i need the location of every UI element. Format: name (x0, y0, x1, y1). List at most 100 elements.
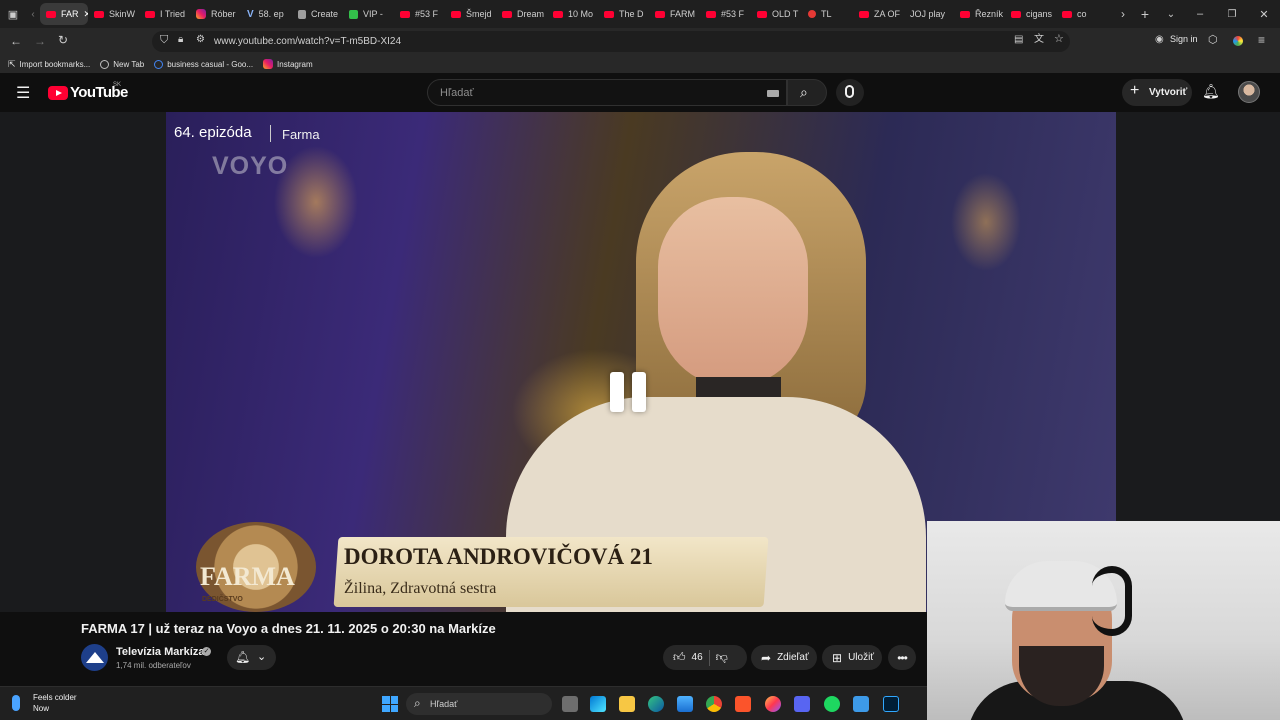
save-button[interactable]: ⊞ Uložiť (822, 645, 882, 670)
channel-avatar[interactable] (81, 644, 108, 671)
search-input[interactable]: Hľadať (427, 79, 787, 106)
edge-icon[interactable] (648, 696, 664, 712)
bookmark-instagram[interactable]: Instagram (263, 59, 313, 69)
browser-tab[interactable]: Create (292, 3, 343, 25)
microphone-icon (845, 85, 854, 98)
file-explorer-icon[interactable] (619, 696, 635, 712)
dislike-button[interactable]: 👎︎ (716, 650, 728, 665)
browser-tab[interactable]: ZA OF (853, 3, 904, 25)
back-icon[interactable]: ← (10, 35, 22, 47)
restore-icon[interactable]: ❐ (1216, 9, 1248, 20)
youtube-icon (502, 10, 512, 18)
pause-icon[interactable] (610, 372, 650, 412)
site-settings-icon[interactable]: ⚙ (196, 35, 205, 45)
channel-name[interactable]: Televízia Markíza (116, 646, 204, 658)
photos-icon[interactable] (677, 696, 693, 712)
webcam-headset (1092, 566, 1132, 636)
bookmark-label: New Tab (113, 59, 145, 69)
url-text[interactable]: www.youtube.com/watch?v=T-m5BD-XI24 (214, 36, 401, 47)
browser-tab[interactable]: VIP - (343, 3, 394, 25)
create-button[interactable]: + Vytvoriť (1122, 79, 1192, 106)
browser-tab[interactable]: Róber (190, 3, 241, 25)
spotify-icon[interactable] (824, 696, 840, 712)
bookmark-star-icon[interactable]: ☆ (1054, 34, 1064, 45)
browser-tab[interactable]: FAR ✕ (40, 3, 88, 25)
tab-scroll-left-icon[interactable]: ‹ (26, 9, 40, 20)
bell-icon: 🔔︎ (235, 650, 251, 664)
notepad-icon[interactable] (853, 696, 869, 712)
brave-icon[interactable] (735, 696, 751, 712)
account-icon[interactable]: ◉ (1155, 35, 1164, 45)
tab-title: FARM (670, 9, 696, 19)
more-actions-button[interactable]: ••• (888, 645, 916, 670)
task-view-icon[interactable] (562, 696, 578, 712)
subscription-bell-button[interactable]: 🔔︎ ⌄ (227, 645, 276, 670)
voice-search-button[interactable] (836, 79, 864, 106)
youtube-icon (960, 10, 970, 18)
thumbs-up-icon: 👍︎ (673, 650, 686, 664)
tab-dropdown-icon[interactable]: ⌄ (1158, 9, 1184, 20)
browser-tab[interactable]: TL (802, 3, 853, 25)
browser-tab[interactable]: Šmejd (445, 3, 496, 25)
notifications-bell-icon[interactable]: 🔔︎ (1202, 83, 1220, 100)
start-icon[interactable] (382, 696, 398, 712)
store-icon[interactable] (590, 696, 606, 712)
address-bar[interactable]: ⛉ 🔒︎ ⚙ www.youtube.com/watch?v=T-m5BD-XI… (152, 31, 1070, 52)
taskbar-search[interactable]: ⌕ Hľadať (406, 693, 552, 715)
close-window-icon[interactable]: ✕ (1248, 8, 1280, 21)
bookmark-new-tab[interactable]: New Tab (100, 59, 145, 69)
browser-tab[interactable]: Dream (496, 3, 547, 25)
photoshop-icon[interactable] (883, 696, 899, 712)
youtube-header: ☰ YouTube SK Hľadať ⌕ + Vytvoriť 🔔︎ (0, 73, 1280, 112)
discord-icon[interactable] (794, 696, 810, 712)
menu-icon[interactable]: ≡ (1258, 34, 1265, 46)
tab-scroll-right-icon[interactable]: › (1114, 7, 1132, 21)
create-label: Vytvoriť (1149, 87, 1188, 98)
search-button[interactable]: ⌕ (787, 79, 827, 106)
shield-icon[interactable]: ⛉ (160, 35, 168, 46)
tab-list-icon[interactable]: ▣ (0, 8, 26, 21)
browser-tab[interactable]: OLD T (751, 3, 802, 25)
translate-icon[interactable]: 文 (1034, 35, 1044, 45)
hamburger-menu-icon[interactable]: ☰ (16, 83, 30, 103)
new-tab-icon[interactable]: + (1132, 6, 1158, 22)
browser-tab[interactable]: SkinW (88, 3, 139, 25)
browser-tab[interactable]: 10 Mo (547, 3, 598, 25)
browser-toolbar: ← → ↻ ⛉ 🔒︎ ⚙ www.youtube.com/watch?v=T-m… (0, 28, 1280, 55)
reader-mode-icon[interactable]: ▤ (1014, 35, 1023, 45)
browser-tab[interactable]: The D (598, 3, 649, 25)
color-profile-icon[interactable] (1233, 36, 1243, 46)
reload-icon[interactable]: ↻ (58, 34, 68, 46)
bookmark-business-casual[interactable]: business casual - Goo... (154, 59, 253, 69)
firefox-icon[interactable] (765, 696, 781, 712)
user-avatar[interactable] (1238, 81, 1260, 103)
keyboard-icon[interactable] (767, 90, 779, 97)
tab-title: Šmejd (466, 9, 492, 19)
like-button[interactable]: 👍︎ 46 (673, 650, 703, 665)
lock-icon[interactable]: 🔒︎ (178, 35, 183, 45)
browser-tab[interactable]: co (1056, 3, 1107, 25)
weather-icon[interactable] (12, 695, 20, 711)
extensions-icon[interactable]: ⬡ (1208, 35, 1218, 46)
video-title: FARMA 17 | už teraz na Voyo a dnes 21. 1… (81, 621, 496, 636)
browser-tab[interactable]: V 58. ep (241, 3, 292, 25)
tab-title: ZA OF (874, 9, 901, 19)
share-button[interactable]: ➦ Zdieľať (751, 645, 817, 670)
browser-tab[interactable]: I Tried (139, 3, 190, 25)
sign-in-link[interactable]: Sign in (1170, 34, 1198, 44)
forward-icon[interactable]: → (34, 35, 46, 47)
weather-subtitle: Now (33, 704, 50, 713)
voyo-icon: V (247, 8, 254, 20)
weather-widget[interactable]: Feels colder Now (33, 692, 77, 714)
document-icon (298, 9, 306, 19)
minimize-icon[interactable]: – (1184, 8, 1216, 20)
browser-tab[interactable]: #53 F (700, 3, 751, 25)
bookmark-import[interactable]: ⇱ Import bookmarks... (8, 59, 90, 70)
browser-tab[interactable]: #53 F (394, 3, 445, 25)
browser-tab-strip: ▣ ‹ FAR ✕ SkinW I Tried Róber V 58. ep Create VI… (0, 0, 1280, 28)
browser-tab[interactable]: cigans (1005, 3, 1056, 25)
browser-tab[interactable]: JOJ play (904, 3, 954, 25)
browser-tab[interactable]: Řezník (954, 3, 1005, 25)
browser-tab[interactable]: FARM (649, 3, 700, 25)
chrome-icon[interactable] (706, 696, 722, 712)
